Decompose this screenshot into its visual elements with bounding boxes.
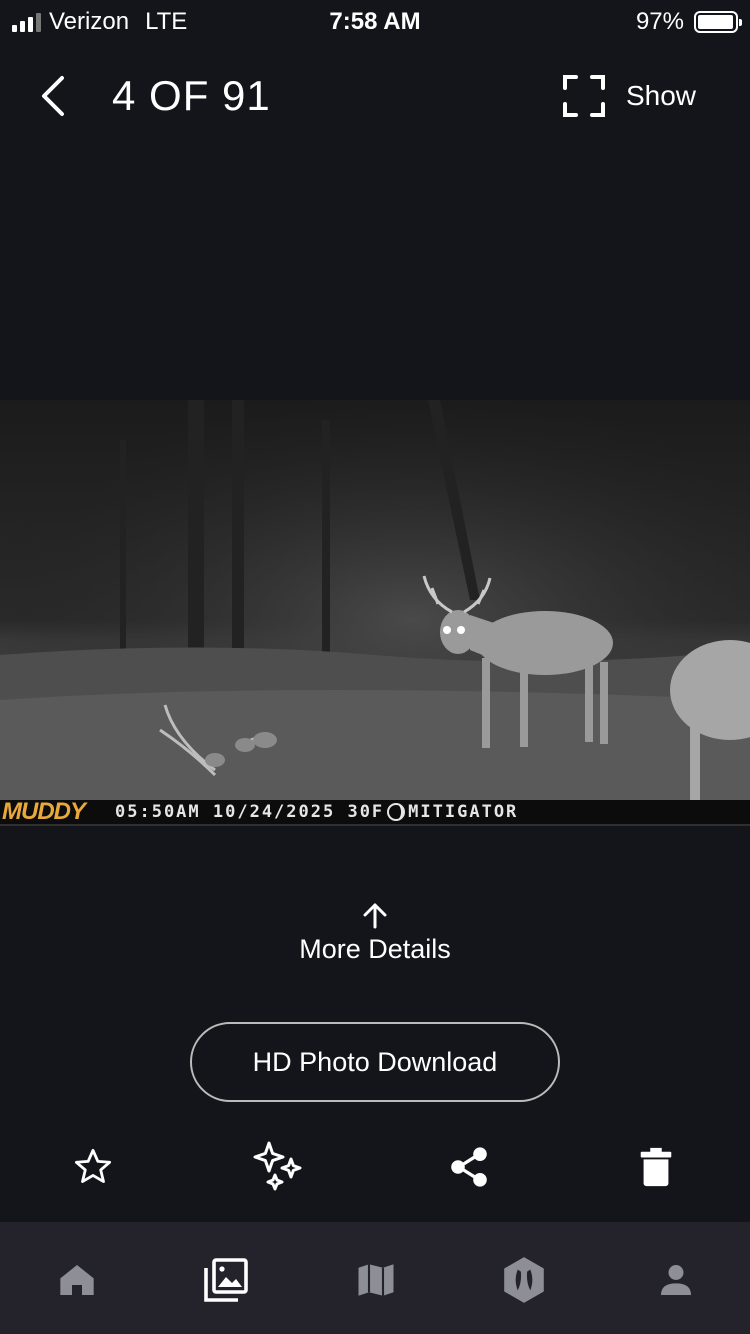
ai-enhance-button[interactable]: [252, 1140, 306, 1194]
camera-name: MITIGATOR: [408, 802, 519, 822]
nav-tracks[interactable]: [496, 1252, 552, 1308]
camera-info-strip: MUDDY 05:50AM 10/24/2025 30F MITIGATOR: [0, 798, 750, 825]
photo-actions: [0, 1140, 750, 1194]
nav-gallery[interactable]: [198, 1252, 254, 1308]
hd-photo-download-button[interactable]: HD Photo Download: [190, 1022, 560, 1102]
deer-scene-image: [0, 400, 750, 800]
back-button[interactable]: [36, 74, 76, 118]
profile-icon: [661, 1265, 691, 1295]
status-bar: Verizon LTE 7:58 AM 97%: [0, 0, 750, 40]
chevron-left-icon: [42, 76, 64, 116]
brand-logo: MUDDY: [2, 798, 86, 825]
photo-counter: 4 OF 91: [112, 72, 271, 119]
delete-button[interactable]: [629, 1140, 683, 1194]
map-icon: [358, 1264, 394, 1296]
nav-map[interactable]: [348, 1252, 404, 1308]
share-button[interactable]: [442, 1140, 496, 1194]
status-right: 97%: [635, 8, 742, 36]
battery-icon: [694, 11, 742, 33]
bottom-nav: [0, 1222, 750, 1334]
show-label: Show: [625, 80, 696, 111]
trail-camera-photo[interactable]: [0, 400, 750, 826]
photo-header: 4 OF 91 Show: [0, 60, 750, 130]
favorite-button[interactable]: [66, 1140, 120, 1194]
fullscreen-icon: [562, 75, 605, 117]
more-details-label: More Details: [299, 934, 451, 964]
moon-phase-icon: [387, 803, 406, 821]
trash-icon: [640, 1147, 672, 1187]
show-fullscreen-button[interactable]: Show: [562, 74, 696, 118]
battery-percent: 97%: [635, 8, 684, 35]
home-icon: [60, 1265, 94, 1295]
more-details-button[interactable]: More Details: [0, 900, 750, 965]
star-icon: [74, 1148, 112, 1183]
nav-home[interactable]: [49, 1252, 105, 1308]
nav-profile[interactable]: [648, 1252, 704, 1308]
sparkle-icon: [253, 1141, 302, 1191]
arrow-up-icon: [363, 903, 387, 929]
deer-track-icon: [504, 1257, 544, 1303]
share-icon: [451, 1147, 487, 1187]
gallery-icon: [204, 1258, 248, 1302]
camera-timestamp: 05:50AM 10/24/2025 30F: [115, 802, 385, 822]
